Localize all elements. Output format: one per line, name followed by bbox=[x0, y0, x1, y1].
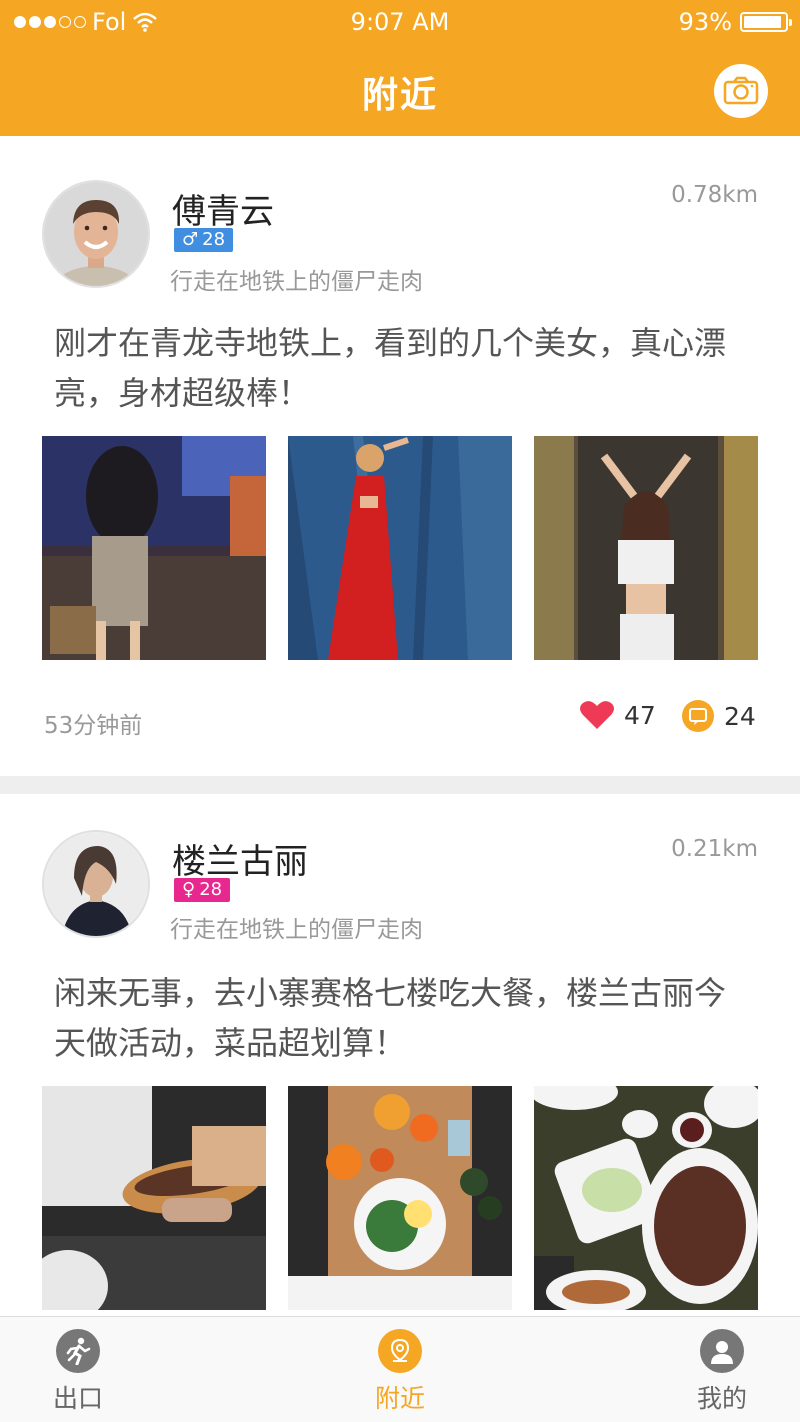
post-photo[interactable] bbox=[288, 1086, 512, 1310]
user-name[interactable]: 楼兰古丽 bbox=[172, 834, 308, 883]
age: 28 bbox=[202, 229, 226, 250]
tab-label: 出口 bbox=[52, 1384, 103, 1413]
photo-grid bbox=[42, 1086, 758, 1310]
battery-percent: 93% bbox=[678, 8, 732, 36]
camera-button[interactable] bbox=[714, 64, 768, 118]
gender-age-badge: ♂ 28 bbox=[174, 228, 234, 252]
post-time: 53分钟前 bbox=[44, 713, 143, 739]
female-icon: ♀ bbox=[182, 879, 196, 900]
tab-label: 我的 bbox=[696, 1384, 747, 1413]
photo-grid bbox=[42, 436, 758, 660]
camera-icon bbox=[723, 76, 759, 105]
tab-nearby[interactable]: 附近 bbox=[340, 1329, 460, 1415]
post-photo[interactable] bbox=[42, 436, 266, 660]
post-photo[interactable] bbox=[42, 1086, 266, 1310]
comment-count: 24 bbox=[724, 701, 756, 731]
running-icon bbox=[56, 1329, 100, 1373]
male-icon: ♂ bbox=[182, 229, 199, 250]
user-icon bbox=[700, 1329, 744, 1373]
avatar[interactable] bbox=[42, 830, 150, 938]
status-battery-group: 93% bbox=[678, 8, 792, 36]
tab-bar: 出口 附近 我的 bbox=[0, 1316, 800, 1422]
battery-level-fill bbox=[744, 16, 782, 28]
tab-mine[interactable]: 我的 bbox=[662, 1329, 782, 1415]
gender-age-badge: ♀ 28 bbox=[174, 878, 231, 902]
heart-icon bbox=[580, 701, 614, 729]
location-icon bbox=[378, 1329, 422, 1373]
status-bar: Fol 9:07 AM 93% bbox=[0, 0, 800, 44]
comment-icon bbox=[682, 700, 714, 732]
user-bio: 行走在地铁上的僵尸走肉 bbox=[170, 269, 423, 295]
distance: 0.78km bbox=[671, 182, 758, 208]
avatar[interactable] bbox=[42, 180, 150, 288]
app-header: Fol 9:07 AM 93% 附近 bbox=[0, 0, 800, 136]
feed-post[interactable]: 傅青云 ♂ 28 行走在地铁上的僵尸走肉 0.78km 刚才在青龙寺地铁上，看到… bbox=[0, 136, 800, 776]
age: 28 bbox=[199, 879, 223, 900]
post-photo[interactable] bbox=[288, 436, 512, 660]
like-count: 47 bbox=[624, 700, 656, 730]
distance: 0.21km bbox=[671, 836, 758, 862]
post-photo[interactable] bbox=[534, 436, 758, 660]
comment-button[interactable]: 24 bbox=[682, 700, 756, 732]
post-footer: 53分钟前 47 24 bbox=[0, 700, 800, 740]
post-text: 闲来无事，去小寨赛格七楼吃大餐，楼兰古丽今天做活动，菜品超划算！ bbox=[54, 974, 727, 1062]
feed-post[interactable]: 楼兰古丽 ♀ 28 行走在地铁上的僵尸走肉 0.21km 闲来无事，去小寨赛格七… bbox=[0, 794, 800, 1334]
like-button[interactable]: 47 bbox=[580, 700, 656, 730]
page-title: 附近 bbox=[361, 75, 438, 116]
tab-label: 附近 bbox=[374, 1384, 425, 1413]
post-text: 刚才在青龙寺地铁上，看到的几个美女，真心漂亮，身材超级棒！ bbox=[54, 324, 727, 412]
post-photo[interactable] bbox=[534, 1086, 758, 1310]
user-bio: 行走在地铁上的僵尸走肉 bbox=[170, 917, 423, 943]
battery-icon bbox=[740, 12, 792, 32]
tab-exit[interactable]: 出口 bbox=[18, 1329, 138, 1415]
user-name[interactable]: 傅青云 bbox=[172, 184, 274, 233]
